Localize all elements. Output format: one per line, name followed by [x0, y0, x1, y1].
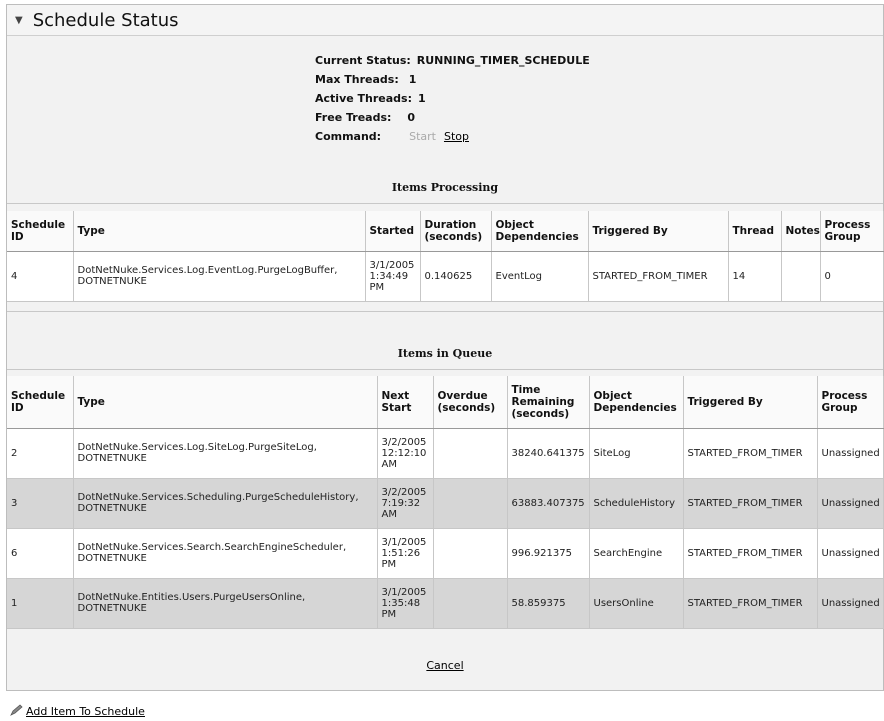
divider — [7, 311, 883, 312]
cell-type: DotNetNuke.Services.Log.SiteLog.PurgeSit… — [73, 428, 378, 479]
cell-type: DotNetNuke.Services.Search.SearchEngineS… — [73, 528, 378, 579]
cell-dependencies: SearchEngine — [589, 528, 684, 579]
pencil-icon — [10, 704, 24, 719]
cell-triggered-by: STARTED_FROM_TIMER — [588, 251, 729, 302]
cell-thread: 14 — [728, 251, 782, 302]
cell-overdue — [433, 428, 508, 479]
cell-overdue — [433, 528, 508, 579]
items-in-queue-title: Items in Queue — [397, 347, 493, 360]
divider — [7, 203, 883, 204]
items-in-queue-table: Schedule ID Type Next Start Overdue (sec… — [7, 376, 884, 629]
cell-type: DotNetNuke.Entities.Users.PurgeUsersOnli… — [73, 578, 378, 629]
cell-duration: 0.140625 — [420, 251, 492, 302]
cell-dependencies: EventLog — [491, 251, 589, 302]
cell-next-start: 3/2/2005 12:12:10 AM — [377, 428, 434, 479]
column-header: Type — [73, 211, 366, 252]
column-header: Started — [365, 211, 421, 252]
column-header: Time Remaining (seconds) — [507, 376, 590, 429]
schedule-status-panel: ▼ Schedule Status Current Status: RUNNING… — [6, 4, 884, 691]
table-header-row: Schedule ID Type Next Start Overdue (sec… — [7, 376, 884, 429]
add-item-link[interactable]: Add Item To Schedule — [26, 705, 145, 718]
table-header-row: Schedule ID Type Started Duration (secon… — [7, 211, 884, 252]
cell-next-start: 3/2/2005 7:19:32 AM — [377, 478, 434, 529]
table-row: 2 DotNetNuke.Services.Log.SiteLog.PurgeS… — [7, 428, 884, 479]
cell-schedule-id: 1 — [7, 578, 74, 629]
current-status-label: Current Status: — [315, 54, 411, 67]
table-row: 3 DotNetNuke.Services.Scheduling.PurgeSc… — [7, 478, 884, 529]
collapse-arrow-icon[interactable]: ▼ — [15, 15, 23, 26]
cell-overdue — [433, 578, 508, 629]
cell-overdue — [433, 478, 508, 529]
panel-header: ▼ Schedule Status — [7, 5, 883, 36]
cell-schedule-id: 2 — [7, 428, 74, 479]
cell-triggered-by: STARTED_FROM_TIMER — [683, 478, 818, 529]
cell-triggered-by: STARTED_FROM_TIMER — [683, 528, 818, 579]
table-row: 1 DotNetNuke.Entities.Users.PurgeUsersOn… — [7, 578, 884, 629]
cell-dependencies: ScheduleHistory — [589, 478, 684, 529]
cancel-container: Cancel — [7, 659, 883, 672]
column-header: Object Dependencies — [589, 376, 684, 429]
cell-triggered-by: STARTED_FROM_TIMER — [683, 428, 818, 479]
cell-process-group: 0 — [820, 251, 884, 302]
cell-schedule-id: 3 — [7, 478, 74, 529]
column-header: Triggered By — [683, 376, 818, 429]
column-header: Thread — [728, 211, 782, 252]
max-threads-value: 1 — [408, 73, 417, 86]
current-status-value: RUNNING_TIMER_SCHEDULE — [416, 54, 590, 67]
stop-button[interactable]: Stop — [444, 130, 469, 143]
items-processing-table: Schedule ID Type Started Duration (secon… — [7, 211, 884, 302]
table-row: 6 DotNetNuke.Services.Search.SearchEngin… — [7, 528, 884, 579]
column-header: Overdue (seconds) — [433, 376, 508, 429]
cell-triggered-by: STARTED_FROM_TIMER — [683, 578, 818, 629]
items-processing-title: Items Processing — [391, 181, 499, 194]
cell-next-start: 3/1/2005 1:35:48 PM — [377, 578, 434, 629]
status-summary: Current Status: RUNNING_TIMER_SCHEDULE Ma… — [315, 51, 590, 146]
cell-dependencies: SiteLog — [589, 428, 684, 479]
column-header: Triggered By — [588, 211, 729, 252]
active-threads-label: Active Threads: — [315, 92, 412, 105]
column-header: Schedule ID — [7, 211, 74, 252]
cell-process-group: Unassigned — [817, 528, 884, 579]
panel-title: Schedule Status — [32, 9, 179, 31]
column-header: Notes — [781, 211, 821, 252]
cell-started: 3/1/2005 1:34:49 PM — [365, 251, 421, 302]
cell-next-start: 3/1/2005 1:51:26 PM — [377, 528, 434, 579]
cell-process-group: Unassigned — [817, 578, 884, 629]
column-header: Schedule ID — [7, 376, 74, 429]
divider — [7, 369, 883, 370]
free-threads-label: Free Treads: — [315, 111, 392, 124]
command-label: Command: — [315, 130, 382, 143]
cell-notes — [781, 251, 821, 302]
cancel-link[interactable]: Cancel — [426, 659, 463, 672]
column-header: Object Dependencies — [491, 211, 589, 252]
cell-time-remaining: 38240.641375 — [507, 428, 590, 479]
max-threads-label: Max Threads: — [315, 73, 399, 86]
start-button: Start — [409, 130, 436, 143]
column-header: Type — [73, 376, 378, 429]
free-threads-value: 0 — [407, 111, 416, 124]
cell-dependencies: UsersOnline — [589, 578, 684, 629]
cell-time-remaining: 58.859375 — [507, 578, 590, 629]
table-row: 4 DotNetNuke.Services.Log.EventLog.Purge… — [7, 251, 884, 302]
cell-schedule-id: 6 — [7, 528, 74, 579]
column-header: Process Group — [820, 211, 884, 252]
cell-process-group: Unassigned — [817, 478, 884, 529]
column-header: Process Group — [817, 376, 884, 429]
cell-type: DotNetNuke.Services.Scheduling.PurgeSche… — [73, 478, 378, 529]
cell-time-remaining: 996.921375 — [507, 528, 590, 579]
cell-type: DotNetNuke.Services.Log.EventLog.PurgeLo… — [73, 251, 366, 302]
active-threads-value: 1 — [418, 92, 426, 105]
column-header: Duration (seconds) — [420, 211, 492, 252]
cell-schedule-id: 4 — [7, 251, 74, 302]
add-item-to-schedule[interactable]: Add Item To Schedule — [10, 704, 145, 719]
column-header: Next Start — [377, 376, 434, 429]
cell-time-remaining: 63883.407375 — [507, 478, 590, 529]
cell-process-group: Unassigned — [817, 428, 884, 479]
